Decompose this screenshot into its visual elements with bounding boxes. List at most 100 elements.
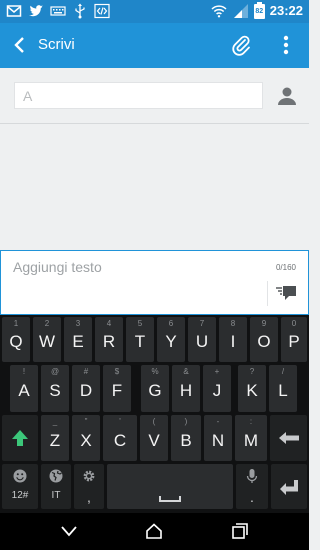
key-hint: ( (152, 417, 156, 426)
key-label: P (288, 332, 300, 351)
key-w[interactable]: 2 W (33, 317, 61, 362)
language-label: IT (51, 490, 61, 501)
numbers-key[interactable]: 12# (2, 464, 38, 509)
key-label: B (180, 431, 192, 450)
key-label: S (49, 381, 61, 400)
numbers-label: 12# (11, 490, 29, 501)
usb-icon (75, 3, 85, 19)
key-label: G (148, 381, 162, 400)
message-compose-field[interactable]: Aggiungi testo 0/160 (0, 250, 309, 315)
microphone-icon (246, 469, 258, 483)
key-label: U (195, 332, 209, 351)
key-label: M (243, 431, 259, 450)
key-u[interactable]: 7 U (188, 317, 216, 362)
overflow-menu-icon[interactable] (278, 34, 294, 56)
home-icon[interactable] (145, 522, 163, 540)
key-o[interactable]: 9 O (250, 317, 278, 362)
recipient-area: A (0, 68, 309, 124)
soft-keyboard: 1 Q 2 W 3 E 4 R 5 T 6 Y 7 U 8 I 9 O 0 P … (0, 315, 309, 513)
comma-key[interactable]: , (74, 464, 104, 509)
key-label: K (246, 381, 258, 400)
key-label: W (38, 332, 56, 351)
page-title: Scrivi (38, 36, 75, 53)
enter-key[interactable] (271, 464, 307, 509)
notification-icons (6, 3, 110, 19)
key-c[interactable]: ' C (103, 415, 137, 461)
navigation-bar (0, 513, 309, 550)
key-h[interactable]: & H (172, 365, 200, 412)
key-label: L (278, 381, 288, 400)
shift-key[interactable] (2, 415, 38, 461)
key-d[interactable]: # D (72, 365, 100, 412)
back-nav-icon[interactable] (60, 522, 78, 540)
language-key[interactable]: IT (41, 464, 71, 509)
character-counter: 0/160 (275, 263, 296, 272)
key-hint: 4 (106, 319, 112, 328)
person-icon[interactable] (276, 85, 298, 107)
key-e[interactable]: 3 E (64, 317, 92, 362)
space-key[interactable] (107, 464, 233, 509)
key-label: I (230, 332, 236, 351)
clock: 23:22 (269, 3, 303, 18)
comma-label: , (87, 489, 91, 505)
key-hint: - (216, 417, 220, 426)
battery-level: 82 (255, 8, 264, 15)
key-hint: 7 (199, 319, 205, 328)
globe-icon (49, 469, 63, 483)
key-hint: ' (119, 417, 121, 426)
key-y[interactable]: 6 Y (157, 317, 185, 362)
battery-icon: 82 (253, 2, 265, 19)
key-i[interactable]: 8 I (219, 317, 247, 362)
key-n[interactable]: - N (204, 415, 232, 461)
recipient-placeholder: A (23, 88, 33, 104)
action-bar: Scrivi (0, 23, 309, 68)
paperclip-icon[interactable] (230, 34, 252, 56)
key-a[interactable]: ! A (10, 365, 38, 412)
key-l[interactable]: / L (269, 365, 297, 412)
key-s[interactable]: @ S (41, 365, 69, 412)
key-x[interactable]: " X (72, 415, 100, 461)
key-t[interactable]: 5 T (126, 317, 154, 362)
key-hint: ! (22, 367, 26, 376)
period-label: . (250, 489, 254, 505)
key-label: X (80, 431, 92, 450)
key-m[interactable]: : M (235, 415, 267, 461)
key-r[interactable]: 4 R (95, 317, 123, 362)
key-hint: : (249, 417, 253, 426)
key-hint: 8 (230, 319, 236, 328)
key-label: N (211, 431, 225, 450)
key-j[interactable]: + J (203, 365, 231, 412)
recent-apps-icon[interactable] (231, 522, 249, 540)
key-z[interactable]: _ Z (41, 415, 69, 461)
key-p[interactable]: 0 P (281, 317, 307, 362)
key-hint: 5 (137, 319, 143, 328)
key-label: H (179, 381, 193, 400)
key-v[interactable]: ( V (140, 415, 168, 461)
key-g[interactable]: % G (141, 365, 169, 412)
recipient-input[interactable]: A (14, 82, 263, 109)
key-label: O (257, 332, 271, 351)
key-hint: 0 (291, 319, 297, 328)
key-label: C (113, 431, 127, 450)
shift-arrow-icon (12, 430, 28, 446)
key-k[interactable]: ? K (238, 365, 266, 412)
system-icons: 82 23:22 (210, 2, 303, 19)
key-label: T (134, 332, 146, 351)
arrow-left-icon[interactable] (10, 35, 30, 55)
key-hint: $ (114, 367, 120, 376)
key-b[interactable]: ) B (171, 415, 201, 461)
key-hint: # (83, 367, 89, 376)
key-f[interactable]: $ F (103, 365, 131, 412)
period-key[interactable]: . (236, 464, 268, 509)
backspace-key[interactable] (270, 415, 307, 461)
comment-send-icon[interactable] (275, 284, 297, 302)
key-label: J (212, 381, 222, 400)
key-label: R (102, 332, 116, 351)
key-hint: _ (52, 417, 58, 426)
code-icon (94, 3, 110, 19)
key-label: Y (165, 332, 177, 351)
key-label: V (148, 431, 160, 450)
twitter-icon (29, 5, 43, 17)
key-label: A (18, 381, 30, 400)
key-q[interactable]: 1 Q (2, 317, 30, 362)
